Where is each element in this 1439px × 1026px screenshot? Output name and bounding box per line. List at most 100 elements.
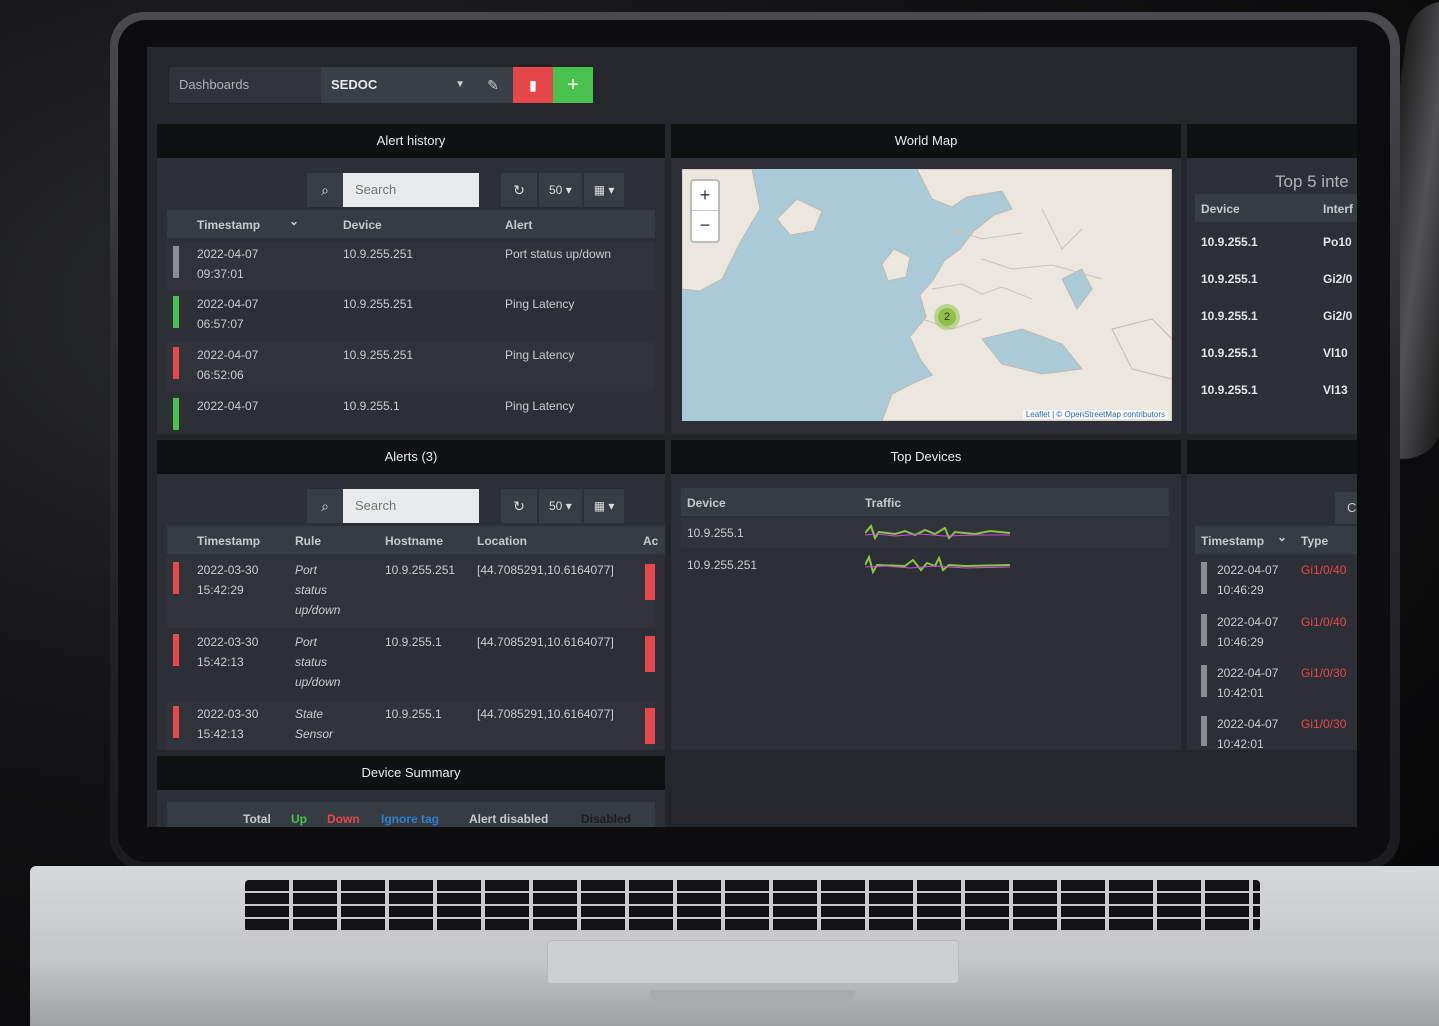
table-row[interactable]: 2022-03-30 15:42:13 Port status up/down … (167, 630, 655, 700)
columns-icon: ▦ (593, 499, 606, 513)
column-timestamp[interactable]: Timestamp (197, 218, 260, 232)
widget-title: World Map (671, 124, 1181, 158)
photo-backdrop: Dashboards SEDOC ▼ ✎ ▮ + Alert history ⌕… (0, 0, 1439, 1026)
sort-chevron-icon: ⌄ (289, 214, 300, 228)
map-attribution: Leaflet | © OpenStreetMap contributors (1022, 410, 1168, 419)
table-row[interactable]: 2022-04-07 06:57:07 10.9.255.251 Ping La… (167, 292, 655, 340)
alert-history-widget: Alert history ⌕ ↻ 50 ▾ ▦ ▾ Timestamp ⌄ D… (157, 124, 665, 434)
refresh-button[interactable]: ↻ (501, 489, 537, 523)
device-summary-widget: Device Summary Total Up Down Ignore tag … (157, 756, 665, 827)
laptop-screen: Dashboards SEDOC ▼ ✎ ▮ + Alert history ⌕… (147, 47, 1357, 827)
columns-toggle-button[interactable]: ▦ ▾ (583, 173, 625, 207)
refresh-button[interactable]: ↻ (501, 173, 537, 207)
status-indicator (173, 562, 179, 594)
search-input[interactable] (343, 173, 479, 207)
chevron-down-icon: ▼ (455, 79, 465, 90)
summary-header: Total Up Down Ignore tag Alert disabled … (167, 802, 655, 827)
widget-title (1187, 440, 1357, 474)
dashboards-label: Dashboards (169, 67, 321, 103)
eventlog-widget: C Timestamp ⌄ Type 2022-04-07 10:46:29 G… (1187, 440, 1357, 750)
table-header: Timestamp Rule Hostname Location Ac (167, 526, 665, 554)
leaflet-link[interactable]: Leaflet (1026, 410, 1050, 419)
delete-dashboard-button[interactable]: ▮ (513, 67, 553, 103)
map-land (682, 169, 1172, 421)
table-row[interactable]: 2022-04-07 10.9.255.1 Ping Latency (167, 394, 655, 434)
alert-history-toolbar: ⌕ ↻ 50 ▾ ▦ ▾ (307, 173, 625, 207)
table-row[interactable]: 10.9.255.251 (681, 550, 1169, 580)
column-device[interactable]: Device (343, 218, 382, 232)
widget-title: Alert history (157, 124, 665, 158)
table-row[interactable]: 2022-03-30 15:42:13 State Sensor 10.9.25… (167, 702, 655, 750)
world-map-widget: World Map + − 2 Leaflet | © OpenStreetMa… (671, 124, 1181, 434)
zoom-in-button[interactable]: + (692, 181, 718, 211)
widget-title (1187, 124, 1357, 158)
status-indicator (1201, 614, 1207, 646)
table-row[interactable]: 2022-04-07 10:42:01 Gi1/0/30 (1195, 712, 1357, 750)
widget-title: Device Summary (157, 756, 665, 790)
search-input[interactable] (343, 489, 479, 523)
status-indicator (173, 296, 179, 328)
alerts-toolbar: ⌕ ↻ 50 ▾ ▦ ▾ (307, 489, 625, 523)
columns-icon: ▦ (593, 183, 606, 197)
zoom-out-button[interactable]: − (692, 211, 718, 241)
trash-icon: ▮ (529, 76, 537, 93)
status-indicator (173, 246, 179, 278)
edit-dashboard-button[interactable]: ✎ (473, 67, 513, 103)
table-header: Timestamp ⌄ Device Alert (167, 210, 655, 238)
status-indicator (173, 634, 179, 666)
lid-notch (650, 990, 855, 1002)
ack-indicator[interactable] (645, 636, 655, 672)
table-row[interactable]: 2022-04-07 10:42:01 Gi1/0/30 (1195, 661, 1357, 709)
widget-button[interactable]: C (1335, 492, 1357, 524)
osm-link[interactable]: OpenStreetMap (1064, 410, 1120, 419)
table-row[interactable]: 10.9.255.1 Gi2/0 (1195, 300, 1357, 334)
page-size-select[interactable]: 50 ▾ (539, 489, 582, 523)
alerts-widget: Alerts (3) ⌕ ↻ 50 ▾ ▦ ▾ Timestamp Rule H… (157, 440, 665, 750)
widget-title: Alerts (3) (157, 440, 665, 474)
top5-interfaces-widget: Top 5 inte Device Interf 10.9.255.1 Po10 … (1187, 124, 1357, 434)
table-row[interactable]: 2022-04-07 06:52:06 10.9.255.251 Ping La… (167, 343, 655, 391)
table-row[interactable]: 10.9.255.1 Vl13 (1195, 374, 1357, 408)
table-header: Device Traffic (681, 488, 1169, 516)
status-indicator (173, 347, 179, 379)
table-row[interactable]: 10.9.255.1 Vl10 (1195, 337, 1357, 371)
search-icon: ⌕ (321, 181, 329, 198)
plus-icon: + (567, 73, 579, 96)
map-zoom-control: + − (690, 179, 720, 243)
table-row[interactable]: 2022-04-07 10:46:29 Gi1/0/40 (1195, 558, 1357, 606)
ack-indicator[interactable] (645, 564, 655, 600)
keyboard-rows (245, 880, 1260, 932)
table-row[interactable]: 2022-04-07 09:37:01 10.9.255.251 Port st… (167, 242, 655, 290)
status-indicator (173, 398, 179, 430)
status-indicator (1201, 665, 1207, 697)
traffic-sparkline (865, 524, 1011, 541)
status-indicator (173, 706, 179, 738)
traffic-sparkline (865, 554, 1011, 575)
search-icon: ⌕ (321, 497, 329, 514)
table-row[interactable]: 2022-03-30 15:42:29 Port status up/down … (167, 558, 655, 628)
top-devices-widget: Top Devices Device Traffic 10.9.255.1 10… (671, 440, 1181, 750)
search-button[interactable]: ⌕ (307, 489, 343, 523)
dashboard-select[interactable]: SEDOC ▼ (321, 67, 473, 103)
ack-indicator[interactable] (645, 708, 655, 744)
cluster-count: 2 (938, 308, 956, 326)
top5-title: Top 5 inte (1275, 172, 1349, 191)
trackpad (547, 940, 959, 984)
dashboard-select-value: SEDOC (331, 77, 378, 92)
refresh-icon: ↻ (513, 181, 525, 198)
edit-icon: ✎ (487, 76, 499, 93)
page-size-select[interactable]: 50 ▾ (539, 173, 582, 207)
columns-toggle-button[interactable]: ▦ ▾ (583, 489, 625, 523)
column-alert[interactable]: Alert (505, 218, 532, 232)
dashboard-toolbar: Dashboards SEDOC ▼ ✎ ▮ + (169, 67, 593, 103)
table-row[interactable]: 10.9.255.1 Gi2/0 (1195, 263, 1357, 297)
search-button[interactable]: ⌕ (307, 173, 343, 207)
add-widget-button[interactable]: + (553, 67, 593, 103)
map-marker-cluster[interactable]: 2 (934, 304, 960, 330)
sort-chevron-icon: ⌄ (1277, 530, 1288, 544)
table-header: Timestamp ⌄ Type (1195, 526, 1357, 554)
table-row[interactable]: 2022-04-07 10:46:29 Gi1/0/40 (1195, 610, 1357, 658)
table-row[interactable]: 10.9.255.1 (681, 518, 1169, 548)
table-row[interactable]: 10.9.255.1 Po10 (1195, 226, 1357, 260)
world-map[interactable]: + − 2 Leaflet | © OpenStreetMap contribu… (682, 169, 1172, 421)
